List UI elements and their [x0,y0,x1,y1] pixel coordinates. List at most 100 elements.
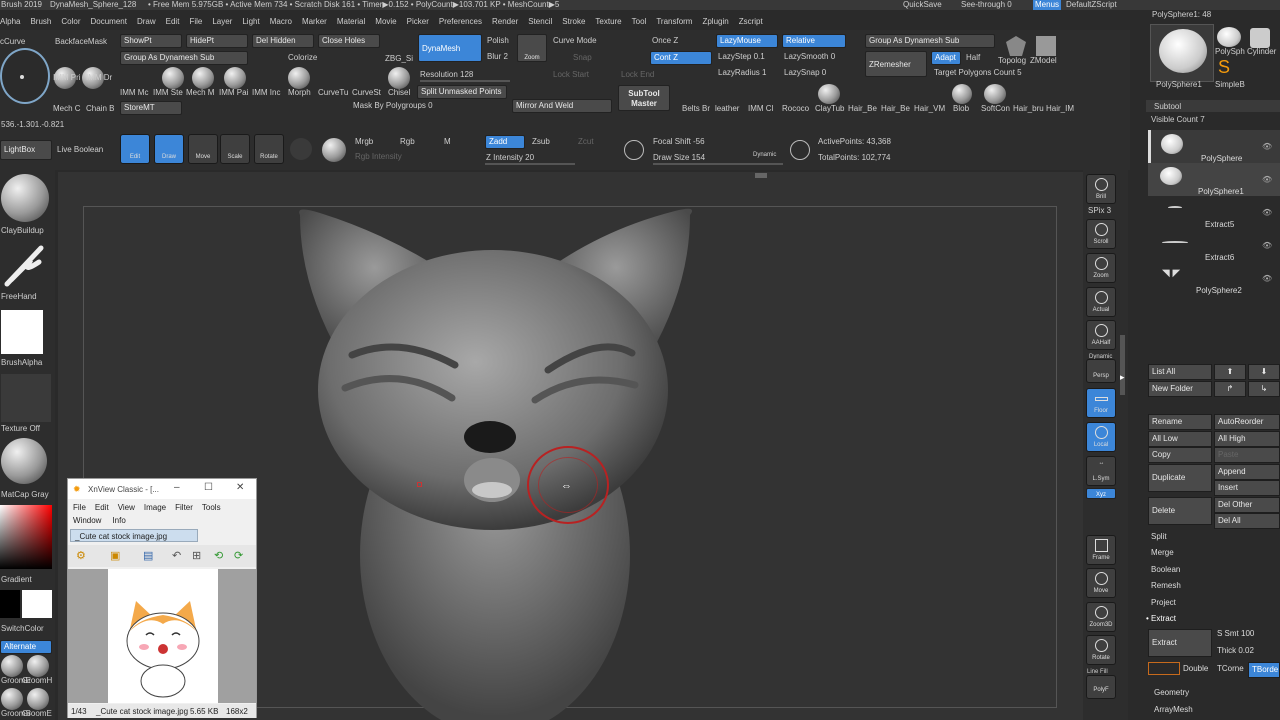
groom-brush-icon[interactable] [27,688,49,710]
menu-macro[interactable]: Macro [270,17,292,26]
menu-movie[interactable]: Movie [375,17,396,26]
brush-thumb-icon[interactable] [224,67,246,89]
extract-section-header[interactable]: • Extract [1146,614,1176,624]
xyz-button[interactable]: Xyz [1086,488,1116,499]
morph-brush-icon[interactable] [288,67,310,89]
zcut-button[interactable]: Zcut [578,137,594,147]
zsub-button[interactable]: Zsub [532,137,550,147]
lazysmooth-slider[interactable]: LazySmooth 0 [784,52,835,62]
append-button[interactable]: Append [1214,464,1280,480]
alternate-button[interactable]: Alternate [0,640,52,654]
maximize-icon[interactable]: ☐ [204,482,213,493]
softconcrete-brush-icon[interactable] [984,84,1006,104]
group-as-dynamesh-sub-button[interactable]: Group As Dynamesh Sub [120,51,248,65]
mrgb-button[interactable]: Mrgb [355,137,373,147]
rotate-view-button[interactable]: Rotate [1086,635,1116,665]
current-tool-thumb[interactable] [1150,24,1214,82]
gizmo-icon[interactable] [290,138,312,160]
lazystep-slider[interactable]: LazyStep 0.1 [718,52,765,62]
copy-button[interactable]: Copy [1148,447,1212,463]
draw-size-track[interactable] [653,163,783,165]
draw-mode-button[interactable]: Draw [154,134,184,164]
color-picker[interactable] [0,505,52,569]
hide-pt-button[interactable]: HidePt [186,34,248,48]
extract-button[interactable]: Extract [1148,629,1212,657]
switch-color-button[interactable]: SwitchColor [1,624,44,634]
rotate-mode-button[interactable]: Rotate [254,134,284,164]
menu-picker[interactable]: Picker [407,17,429,26]
subtool-visibility-icons[interactable]: 👁 👁 👁 👁 👁 [1262,130,1280,292]
xnview-menu-tools[interactable]: Tools [202,503,221,512]
all-high-button[interactable]: All High [1214,431,1280,447]
resolution-slider-track[interactable] [420,80,510,82]
zadd-button[interactable]: Zadd [485,135,525,149]
claytubes-brush-icon[interactable] [818,84,840,104]
adapt-button[interactable]: Adapt [931,51,961,65]
brush-alpha-icon[interactable] [1,310,43,354]
project-section[interactable]: Project [1151,598,1176,608]
scroll-button[interactable]: Scroll [1086,219,1116,249]
menu-render[interactable]: Render [492,17,518,26]
see-through-slider[interactable]: See-through 0 [961,0,1012,10]
show-pt-button[interactable]: ShowPt [120,34,182,48]
insert-button[interactable]: Insert [1214,480,1280,496]
menu-zplugin[interactable]: Zplugin [702,17,728,26]
simplebrush-thumb-icon[interactable]: S [1218,58,1230,76]
dynamic-d-icon[interactable] [790,140,810,160]
cont-z-button[interactable]: Cont Z [650,51,712,65]
stroke-type[interactable]: cCurve [0,37,25,47]
boolean-section[interactable]: Boolean [1151,565,1180,575]
menu-stroke[interactable]: Stroke [562,17,585,26]
visible-count-slider[interactable]: Visible Count 7 [1151,115,1205,125]
menu-brush[interactable]: Brush [30,17,51,26]
lightbox-button[interactable]: LightBox [0,140,52,160]
canvas-scroll-handle[interactable] [755,173,767,178]
bpr-button[interactable]: Brill [1086,174,1116,204]
aahalf-button[interactable]: AAHalf [1086,320,1116,350]
autoreorder-button[interactable]: AutoReorder [1214,414,1280,430]
half-button[interactable]: Half [966,53,980,63]
m-button[interactable]: M [444,137,451,147]
colorize-button[interactable]: Colorize [288,53,317,63]
rotate-left-icon[interactable]: ⟲ [214,549,223,562]
subtool-master-button[interactable]: SubTool Master [618,85,670,111]
delete-button[interactable]: Delete [1148,497,1212,525]
relative-button[interactable]: Relative [782,34,846,48]
undo-icon[interactable]: ↶ [172,549,181,562]
xnview-menu-view[interactable]: View [118,503,135,512]
menu-material[interactable]: Material [337,17,365,26]
new-folder-button[interactable]: New Folder [1148,381,1212,397]
resolution-slider[interactable]: Resolution 128 [420,70,473,80]
secondary-color-swatch[interactable] [0,590,20,618]
group-as-dynamesh-sub-2-button[interactable]: Group As Dynamesh Sub [865,34,995,48]
menu-light[interactable]: Light [242,17,259,26]
double-toggle[interactable]: Double [1183,664,1208,674]
split-section[interactable]: Split [1151,532,1167,542]
xnview-menu-window[interactable]: Window [73,516,101,525]
tcorner-toggle[interactable]: TCorne [1217,664,1244,674]
menu-edit[interactable]: Edit [166,17,180,26]
chisel-brush-icon[interactable] [388,67,410,89]
curve-mode-button[interactable]: Curve Mode [553,36,597,46]
tborder-toggle[interactable]: TBorde [1248,662,1280,678]
xnview-menu-file[interactable]: File [73,503,86,512]
del-all-button[interactable]: Del All [1214,513,1280,529]
edit-mode-button[interactable]: Edit [120,134,150,164]
folder-arrow-icon[interactable]: ↱ [1214,381,1246,397]
brush-thumb-icon[interactable] [192,67,214,89]
live-boolean-button[interactable]: Live Boolean [57,145,103,155]
geometry-section[interactable]: Geometry [1154,688,1189,698]
groom-brush-icon[interactable] [27,655,49,677]
close-icon[interactable]: ✕ [236,482,244,493]
scale-mode-button[interactable]: Scale [220,134,250,164]
right-shelf-scrollbar[interactable] [1120,335,1125,395]
polish-slider[interactable]: Polish [487,36,509,46]
frame-button[interactable]: Frame [1086,535,1116,565]
move-down-arrow-icon[interactable]: ⬇ [1248,364,1280,380]
polysphere-thumb-icon[interactable] [1217,27,1241,47]
polyf-button[interactable]: PolyF [1086,675,1116,699]
save-icon[interactable]: ▤ [143,549,153,562]
material-sphere-icon[interactable] [322,138,346,162]
stroke-s-icon[interactable] [624,140,644,160]
menu-alpha[interactable]: Alpha [0,17,20,26]
